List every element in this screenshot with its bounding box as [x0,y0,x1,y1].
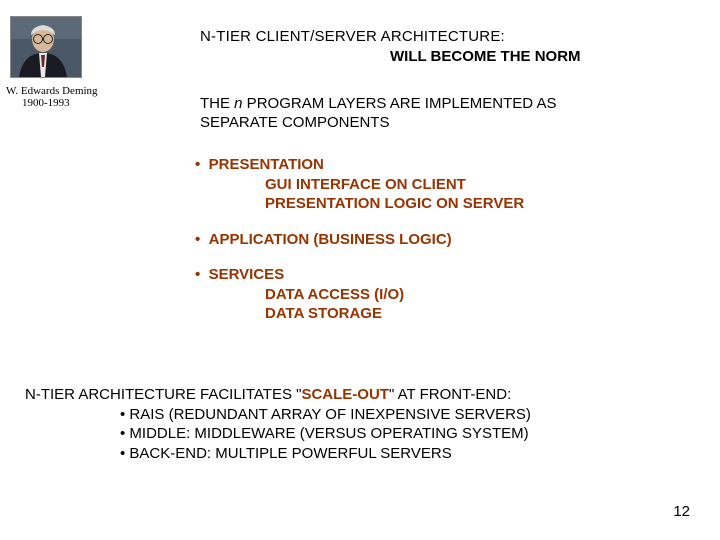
layer-presentation-sub2: PRESENTATION LOGIC ON SERVER [265,194,635,214]
bottom-scaleout: SCALE-OUT [301,386,389,403]
bottom-lead-pre: N-TIER ARCHITECTURE FACILITATES " [25,386,301,403]
layers-list: • PRESENTATION GUI INTERFACE ON CLIENT P… [195,155,635,340]
layer-application-header: APPLICATION (BUSINESS LOGIC) [209,231,452,248]
title-line-2: WILL BECOME THE NORM [390,48,581,65]
intro-n: n [234,95,242,112]
layer-presentation-sub1: GUI INTERFACE ON CLIENT [265,175,635,195]
bottom-bullet-2: • MIDDLE: MIDDLEWARE (VERSUS OPERATING S… [120,424,685,444]
bottom-bullet-3: • BACK-END: MULTIPLE POWERFUL SERVERS [120,444,685,464]
slide: W. Edwards Deming 1900-1993 N-TIER CLIEN… [0,0,720,540]
caption-name: W. Edwards Deming [6,85,126,97]
layer-services-sub2: DATA STORAGE [265,304,635,324]
layer-services: • SERVICES DATA ACCESS (I/O) DATA STORAG… [195,265,635,324]
title-line-1: N-TIER CLIENT/SERVER ARCHITECTURE: [200,28,505,45]
page-number: 12 [673,503,690,520]
bullet-icon: • [195,231,200,248]
bottom-block: N-TIER ARCHITECTURE FACILITATES "SCALE-O… [25,385,685,463]
layer-services-sub1: DATA ACCESS (I/O) [265,285,635,305]
bottom-bullet-1: • RAIS (REDUNDANT ARRAY OF INEXPENSIVE S… [120,405,685,425]
intro-post: PROGRAM LAYERS ARE IMPLEMENTED AS SEPARA… [200,95,556,131]
bullet-icon: • [195,156,200,173]
layer-application: • APPLICATION (BUSINESS LOGIC) [195,230,635,250]
layer-presentation-header: PRESENTATION [209,156,324,173]
caption-years: 1900-1993 [22,97,126,109]
layer-services-header: SERVICES [209,266,285,283]
bottom-lead-post: " AT FRONT-END: [389,386,511,403]
intro-text: THE n PROGRAM LAYERS ARE IMPLEMENTED AS … [200,95,630,133]
layer-presentation: • PRESENTATION GUI INTERFACE ON CLIENT P… [195,155,635,214]
portrait-photo [10,16,82,78]
intro-pre: THE [200,95,234,112]
portrait-caption: W. Edwards Deming 1900-1993 [6,85,126,109]
bullet-icon: • [195,266,200,283]
bottom-lead: N-TIER ARCHITECTURE FACILITATES "SCALE-O… [25,385,685,405]
